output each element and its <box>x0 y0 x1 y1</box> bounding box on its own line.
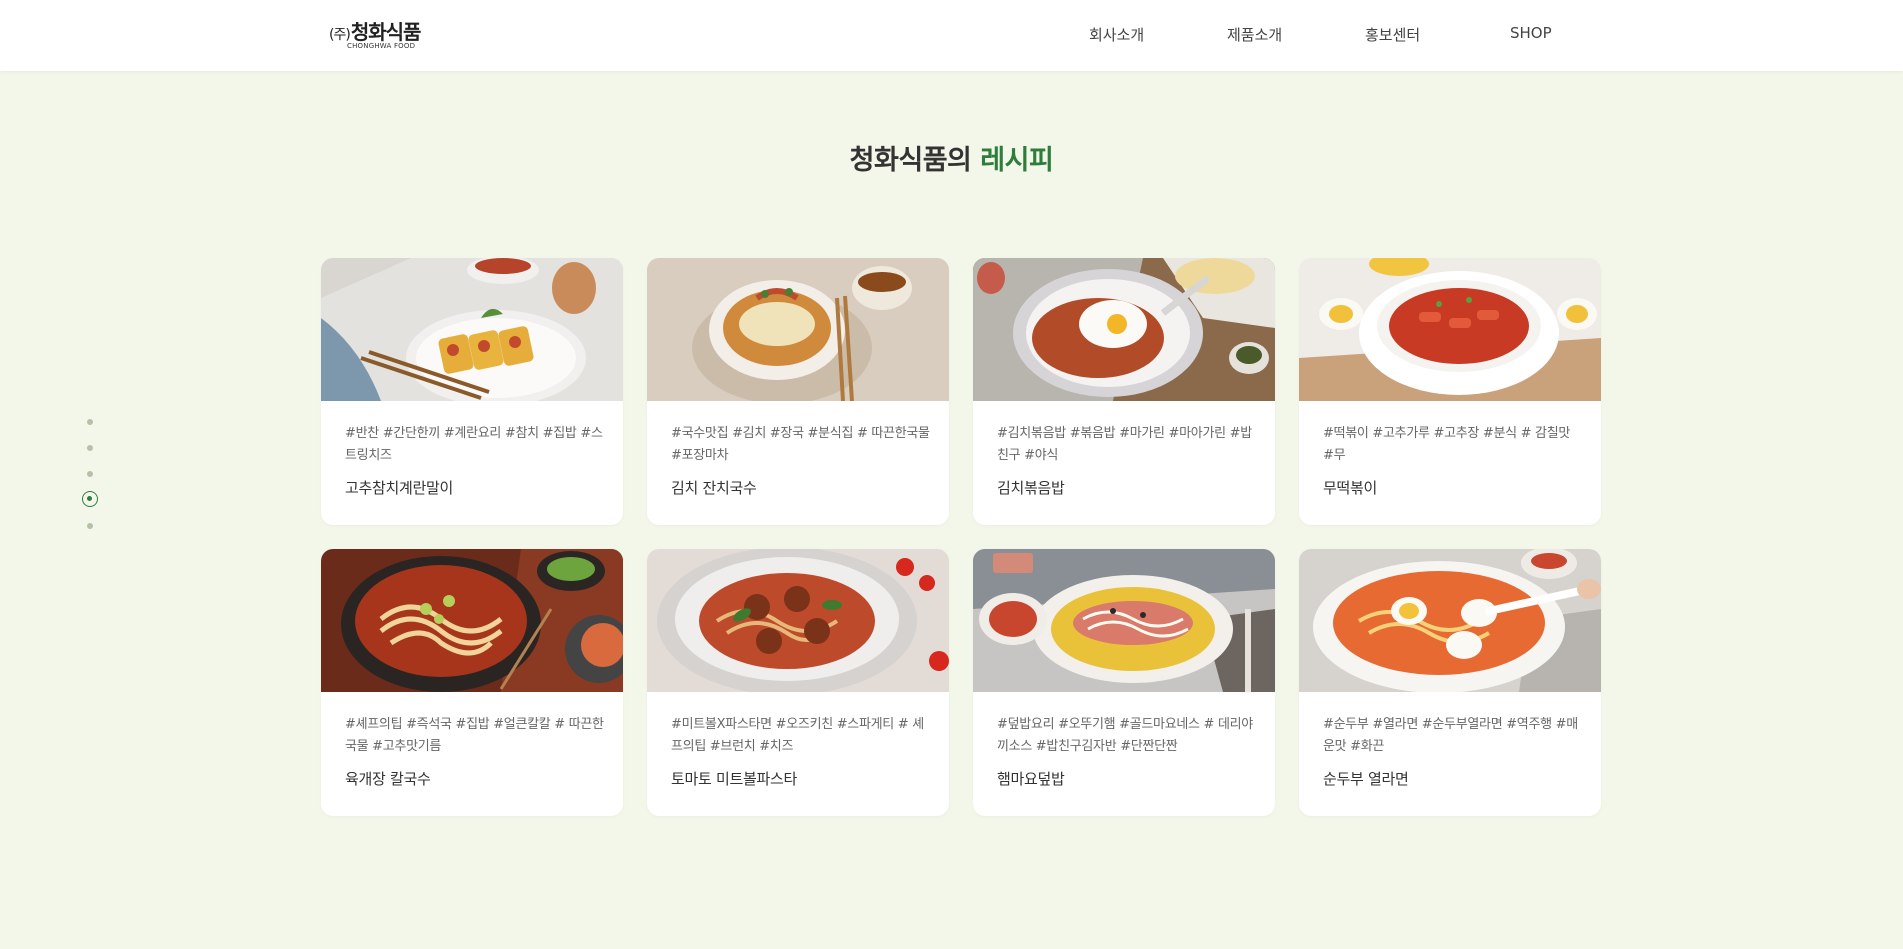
recipe-card[interactable]: #떡볶이 #고추가루 #고추장 #분식 # 감칠맛 #무 무떡볶이 <box>1299 258 1601 525</box>
recipe-tags: #국수맛집 #김치 #장국 #분식집 # 따끈한국물 #포장마차 <box>671 426 930 463</box>
recipe-card[interactable]: #미트볼X파스타면 #오즈키친 #스파게티 # 셰프의팁 #브런치 #치즈 토마… <box>647 549 949 816</box>
pagination-dot[interactable] <box>87 471 93 477</box>
recipe-title: 고추참치계란말이 <box>345 479 454 497</box>
page-title: 청화식품의 레시피 <box>0 138 1903 177</box>
nav-item-products[interactable]: 제품소개 <box>1227 24 1282 45</box>
recipe-tags: #미트볼X파스타면 #오즈키친 #스파게티 # 셰프의팁 #브런치 #치즈 <box>671 717 924 754</box>
title-accent: 레시피 <box>980 145 1054 176</box>
kimchi-fried-rice-photo <box>973 258 1275 401</box>
pagination-dot[interactable] <box>87 523 93 529</box>
recipe-card[interactable]: #김치볶음밥 #볶음밥 #마가린 #마아가린 #밥친구 #야식 김치볶음밥 <box>973 258 1275 525</box>
recipe-title: 햄마요덮밥 <box>997 770 1065 788</box>
nav-item-shop[interactable]: SHOP <box>1510 24 1552 42</box>
recipe-card[interactable]: #셰프의팁 #즉석국 #집밥 #얼큰칼칼 # 따끈한국물 #고추맛기름 육개장 … <box>321 549 623 816</box>
nav-item-pr-center[interactable]: 홍보센터 <box>1365 24 1420 45</box>
recipe-tags: #순두부 #열라면 #순두부열라면 #역주행 #매운맛 #화끈 <box>1323 717 1578 754</box>
title-main: 청화식품의 <box>849 145 981 176</box>
kimchi-noodle-soup-photo <box>647 258 949 401</box>
rolled-omelette-photo <box>321 258 623 401</box>
site-header: (주)청화식품 CHONGHWA FOOD 회사소개 제품소개 홍보센터 SHO… <box>0 0 1903 71</box>
section-pagination <box>78 412 102 536</box>
recipe-title: 무떡볶이 <box>1323 479 1378 497</box>
recipe-card[interactable]: #덮밥요리 #오뚜기햄 #골드마요네스 # 데리야끼소스 #밥친구김자반 #단짠… <box>973 549 1275 816</box>
recipe-title: 김치 잔치국수 <box>671 479 757 497</box>
recipe-card[interactable]: #국수맛집 #김치 #장국 #분식집 # 따끈한국물 #포장마차 김치 잔치국수 <box>647 258 949 525</box>
recipe-card[interactable]: #반찬 #간단한끼 #계란요리 #참치 #집밥 #스트링치즈 고추참치계란말이 <box>321 258 623 525</box>
pagination-dot[interactable] <box>87 419 93 425</box>
recipe-title: 김치볶음밥 <box>997 479 1065 497</box>
recipe-tags: #김치볶음밥 #볶음밥 #마가린 #마아가린 #밥친구 #야식 <box>997 426 1252 463</box>
pagination-dot[interactable] <box>87 445 93 451</box>
nav-item-company[interactable]: 회사소개 <box>1089 24 1144 45</box>
recipe-tags: #반찬 #간단한끼 #계란요리 #참치 #집밥 #스트링치즈 <box>345 426 603 463</box>
soft-tofu-ramen-photo <box>1299 549 1601 692</box>
ham-mayo-rice-bowl-photo <box>973 549 1275 692</box>
recipe-title: 토마토 미트볼파스타 <box>671 770 797 788</box>
meatball-pasta-photo <box>647 549 949 692</box>
recipe-tags: #덮밥요리 #오뚜기햄 #골드마요네스 # 데리야끼소스 #밥친구김자반 #단짠… <box>997 717 1253 754</box>
recipe-tags: #떡볶이 #고추가루 #고추장 #분식 # 감칠맛 #무 <box>1323 426 1571 463</box>
tteokbokki-photo <box>1299 258 1601 401</box>
recipe-title: 순두부 열라면 <box>1323 770 1409 788</box>
recipe-title: 육개장 칼국수 <box>345 770 431 788</box>
main-nav: 회사소개 제품소개 홍보센터 SHOP <box>0 24 1903 46</box>
pagination-dot-active[interactable] <box>82 491 98 507</box>
recipe-tags: #셰프의팁 #즉석국 #집밥 #얼큰칼칼 # 따끈한국물 #고추맛기름 <box>345 717 604 754</box>
recipe-card[interactable]: #순두부 #열라면 #순두부열라면 #역주행 #매운맛 #화끈 순두부 열라면 <box>1299 549 1601 816</box>
spicy-noodle-soup-photo <box>321 549 623 692</box>
